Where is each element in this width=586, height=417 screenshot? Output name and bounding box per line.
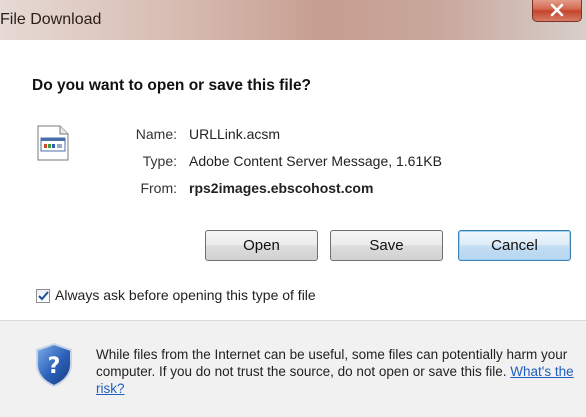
dialog-question: Do you want to open or save this file? <box>32 77 312 94</box>
warning-message: While files from the Internet can be use… <box>96 346 576 397</box>
type-label: Type: <box>142 153 177 169</box>
from-value: rps2images.ebscohost.com <box>189 180 374 196</box>
warning-text: While files from the Internet can be use… <box>96 347 568 379</box>
security-shield-icon: ? <box>36 342 72 388</box>
document-icon <box>37 125 69 161</box>
name-value: URLLink.acsm <box>189 126 281 142</box>
name-label: Name: <box>135 126 177 142</box>
close-button[interactable] <box>532 0 582 22</box>
always-ask-label[interactable]: Always ask before opening this type of f… <box>55 287 316 303</box>
always-ask-checkbox[interactable] <box>36 289 50 303</box>
type-value: Adobe Content Server Message, 1.61KB <box>189 153 442 169</box>
svg-text:?: ? <box>48 354 61 379</box>
checkmark-icon <box>37 291 49 301</box>
close-icon <box>550 3 564 17</box>
from-label: From: <box>140 180 177 196</box>
title-bar[interactable]: File Download <box>0 0 586 40</box>
window-title: File Download <box>0 11 102 28</box>
open-button[interactable]: Open <box>205 230 318 261</box>
save-button[interactable]: Save <box>330 230 443 261</box>
cancel-button[interactable]: Cancel <box>458 230 571 261</box>
